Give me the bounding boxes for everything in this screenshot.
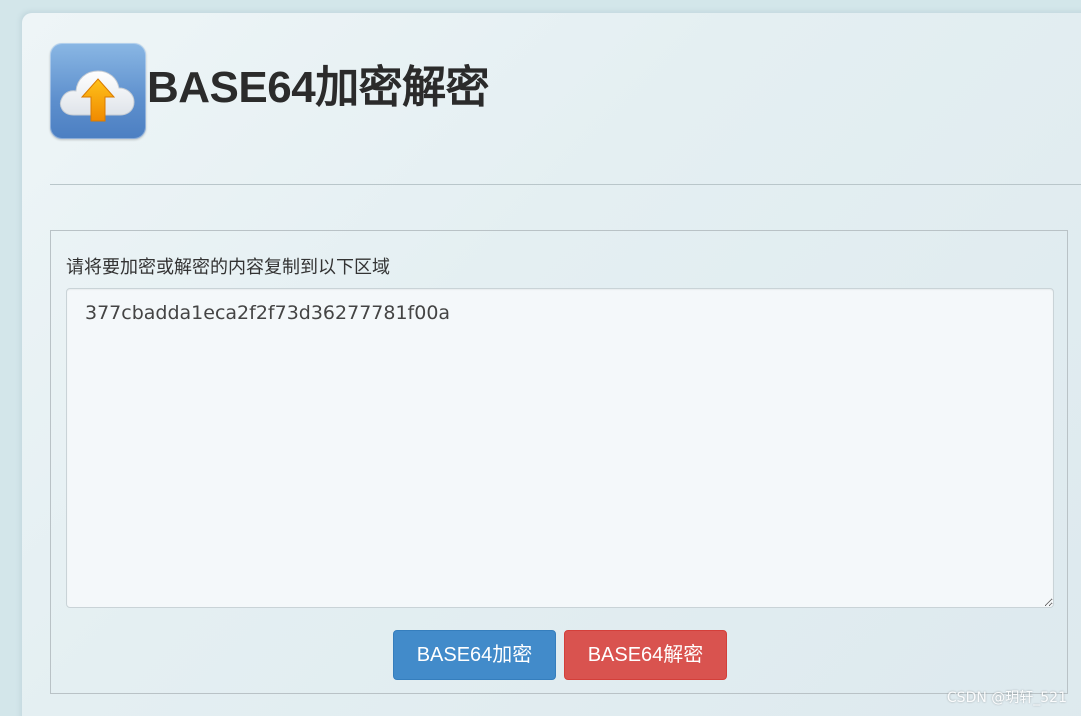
encrypt-button[interactable]: BASE64加密 <box>393 630 556 680</box>
watermark: CSDN @玥轩_521 <box>946 690 1067 706</box>
content-textarea[interactable]: 377cbadda1eca2f2f73d36277781f00a <box>66 288 1054 608</box>
form-label: 请将要加密或解密的内容复制到以下区域 <box>66 257 390 278</box>
header-divider <box>50 184 1081 185</box>
decrypt-button[interactable]: BASE64解密 <box>564 630 727 680</box>
cloud-upload-icon <box>50 43 146 139</box>
page-title: BASE64加密解密 <box>147 63 490 112</box>
